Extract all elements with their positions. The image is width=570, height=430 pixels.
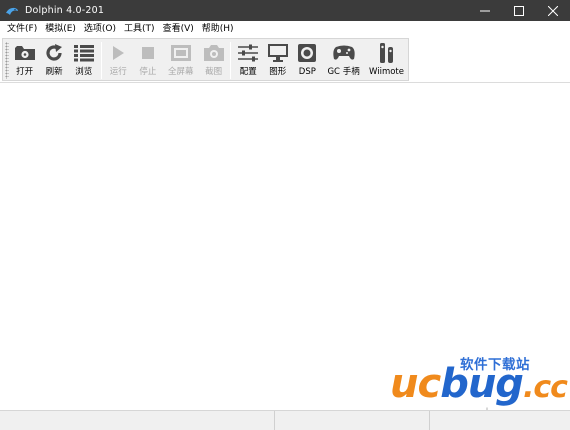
toolbar-separator [100, 42, 102, 79]
config-sliders-icon [236, 42, 260, 64]
title-bar[interactable]: Dolphin 4.0-201 [0, 0, 570, 21]
browse-list-icon [72, 42, 96, 64]
fullscreen-button[interactable]: 全屏幕 [163, 39, 199, 80]
graphics-monitor-icon [266, 42, 290, 64]
maximize-icon [514, 5, 524, 16]
dsp-button[interactable]: DSP [293, 39, 323, 80]
stop-button[interactable]: 停止 [133, 39, 163, 80]
menu-help[interactable]: 帮助(H) [198, 21, 238, 37]
graphics-label: 图形 [269, 67, 287, 77]
play-button[interactable]: 运行 [104, 39, 134, 80]
menu-bar: 文件(F) 模拟(E) 选项(O) 工具(T) 查看(V) 帮助(H) [0, 21, 570, 37]
close-button[interactable] [536, 0, 570, 21]
menu-view[interactable]: 查看(V) [159, 21, 198, 37]
open-label: 打开 [16, 67, 34, 77]
watermark-logo: ucbug.cc [390, 361, 568, 410]
config-button[interactable]: 配置 [233, 39, 263, 80]
fullscreen-label: 全屏幕 [167, 67, 194, 77]
status-pane [275, 411, 430, 430]
open-folder-icon [13, 42, 37, 64]
menu-emulation[interactable]: 模拟(E) [41, 21, 80, 37]
toolbar-grip[interactable] [5, 42, 9, 79]
menu-tools[interactable]: 工具(T) [120, 21, 159, 37]
refresh-label: 刷新 [45, 67, 63, 77]
status-pane [0, 411, 275, 430]
dolphin-logo-icon [5, 4, 19, 18]
play-icon [106, 42, 130, 64]
status-bar [0, 410, 570, 430]
dsp-speaker-icon [295, 42, 319, 64]
stop-icon [136, 42, 160, 64]
open-button[interactable]: 打开 [10, 39, 40, 80]
gamecube-controller-icon [332, 42, 356, 64]
refresh-icon [42, 42, 66, 64]
close-icon [548, 5, 558, 16]
menu-options[interactable]: 选项(O) [80, 21, 120, 37]
menu-file[interactable]: 文件(F) [3, 21, 41, 37]
gc-controller-label: GC 手柄 [327, 67, 360, 77]
browse-label: 浏览 [75, 67, 93, 77]
gc-controller-button[interactable]: GC 手柄 [322, 39, 365, 80]
screenshot-label: 截图 [205, 67, 223, 77]
watermark-cc: .cc [522, 370, 568, 405]
screenshot-button[interactable]: 截图 [199, 39, 229, 80]
wiimote-button[interactable]: Wiimote [365, 39, 408, 80]
play-label: 运行 [109, 67, 127, 77]
window-controls [468, 0, 570, 21]
stop-label: 停止 [139, 67, 157, 77]
maximize-button[interactable] [502, 0, 536, 21]
toolbar: 打开 刷新 浏览 运行 停止 全屏幕 截图 配置 图形 DSP GC 手柄 Wi… [2, 38, 409, 81]
config-label: 配置 [239, 67, 257, 77]
watermark-uc: uc [390, 361, 441, 407]
wiimote-label: Wiimote [369, 67, 404, 77]
wiimote-icon [375, 42, 399, 64]
browse-button[interactable]: 浏览 [69, 39, 99, 80]
minimize-icon [480, 10, 490, 11]
fullscreen-icon [169, 42, 193, 64]
refresh-button[interactable]: 刷新 [39, 39, 69, 80]
screenshot-icon [202, 42, 226, 64]
dsp-label: DSP [298, 67, 316, 77]
graphics-button[interactable]: 图形 [263, 39, 293, 80]
window-title: Dolphin 4.0-201 [25, 5, 105, 16]
toolbar-separator [230, 42, 232, 79]
minimize-button[interactable] [468, 0, 502, 21]
watermark-bug: bug [440, 361, 524, 407]
